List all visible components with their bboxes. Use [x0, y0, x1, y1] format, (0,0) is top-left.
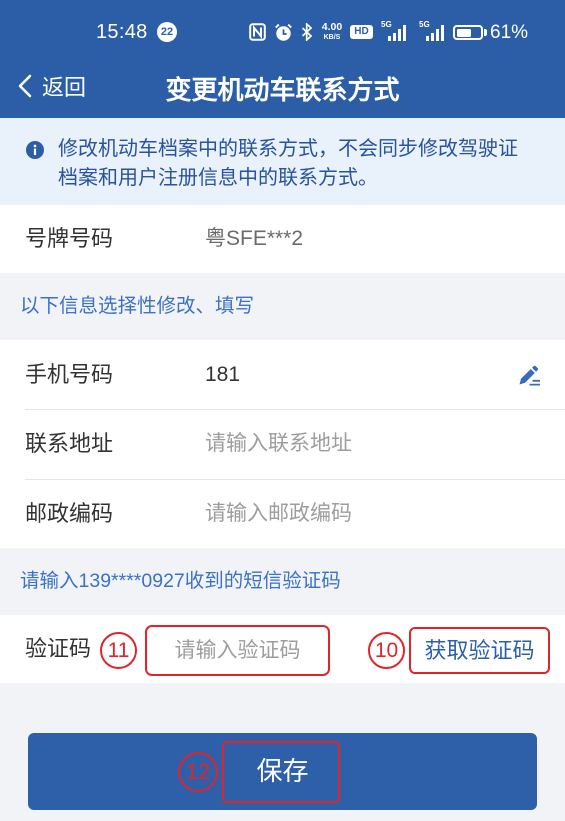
plate-row: 号牌号码 粤SFE***2 [0, 205, 565, 273]
status-time: 15:48 [96, 21, 148, 43]
notice-banner: 修改机动车档案中的联系方式，不会同步修改驾驶证档案和用户注册信息中的联系方式。 [0, 118, 565, 205]
notice-text: 修改机动车档案中的联系方式，不会同步修改驾驶证档案和用户注册信息中的联系方式。 [58, 138, 518, 189]
edit-icon[interactable] [517, 363, 541, 387]
battery-nub [484, 29, 487, 36]
phone-label: 手机号码 [25, 362, 114, 387]
plate-label: 号牌号码 [25, 226, 114, 251]
get-code-button[interactable]: 获取验证码 [409, 627, 550, 674]
contact-form-group: 手机号码 联系地址 邮政编码 [0, 340, 565, 548]
bluetooth-icon [301, 22, 313, 42]
phone-input[interactable] [205, 340, 495, 409]
address-label: 联系地址 [25, 431, 114, 456]
phone-row: 手机号码 [0, 340, 565, 409]
info-icon [26, 141, 44, 159]
chevron-left-icon [17, 73, 33, 104]
annotation-marker-10: 10 [368, 632, 405, 669]
annotation-marker-11: 11 [100, 632, 137, 669]
network-speed: 4.00 KB/S [317, 22, 347, 42]
battery-icon [453, 25, 483, 40]
alarm-icon [274, 23, 293, 42]
battery-percent: 61% [490, 22, 529, 43]
network-speed-unit: KB/S [323, 34, 341, 41]
back-button[interactable]: 返回 [17, 64, 86, 112]
signal-icon: 5G [419, 21, 445, 42]
address-row: 联系地址 [0, 409, 565, 479]
hd-icon: HD [350, 25, 373, 39]
signal-icon: 5G [381, 21, 407, 42]
plate-value: 粤SFE***2 [205, 227, 304, 250]
nfc-icon [249, 23, 266, 41]
battery-fill [456, 28, 471, 37]
optional-section-header: 以下信息选择性修改、填写 [20, 295, 255, 317]
annotation-box-save [222, 741, 340, 803]
postcode-input[interactable] [205, 479, 495, 548]
verification-code-box [145, 625, 330, 676]
network-speed-value: 4.00 [321, 21, 343, 33]
postcode-label: 邮政编码 [25, 501, 114, 526]
annotation-marker-12: 12 [178, 752, 218, 792]
sms-section-header: 请输入139****0927收到的短信验证码 [20, 570, 341, 592]
notification-badge: 22 [157, 22, 177, 42]
back-label: 返回 [42, 75, 87, 100]
verification-code-input[interactable] [147, 627, 328, 674]
verification-row: 验证码 11 10 获取验证码 [0, 615, 565, 683]
postcode-row: 邮政编码 [0, 479, 565, 548]
verification-label: 验证码 [25, 636, 92, 661]
address-input[interactable] [205, 409, 495, 479]
